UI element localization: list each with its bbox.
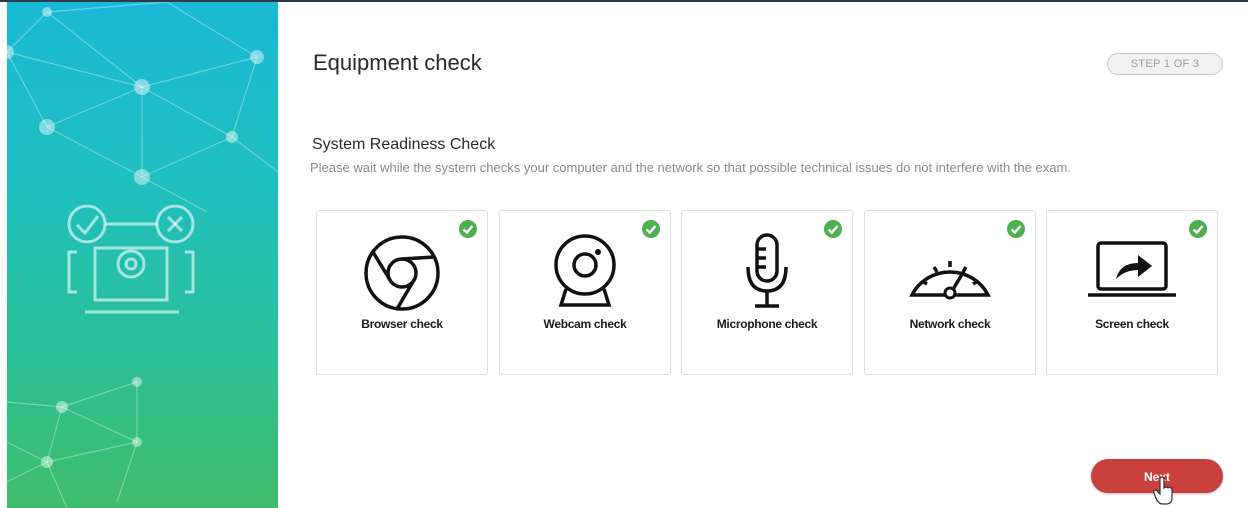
card-label: Microphone check [716, 317, 818, 331]
check-passed-icon [642, 220, 660, 238]
check-passed-icon [1007, 220, 1025, 238]
section-title: System Readiness Check [312, 136, 496, 153]
microphone-icon [746, 233, 788, 308]
webcam-icon [554, 234, 616, 307]
microphone-check-card: Microphone check [681, 210, 853, 375]
card-label: Webcam check [543, 317, 627, 331]
check-passed-icon [1189, 220, 1207, 238]
webcam-check-card: Webcam check [499, 210, 671, 375]
hand-cursor-icon [1153, 476, 1173, 505]
step-indicator-badge: STEP 1 OF 3 [1107, 53, 1223, 75]
network-check-card: Network check [864, 210, 1036, 375]
network-graphic [7, 2, 278, 508]
section-description: Please wait while the system checks your… [310, 160, 1071, 175]
card-label: Screen check [1095, 317, 1169, 331]
page-title: Equipment check [313, 50, 482, 75]
card-label: Network check [909, 317, 991, 331]
card-label: Browser check [361, 317, 443, 331]
check-passed-icon [824, 220, 842, 238]
chrome-icon [364, 235, 440, 311]
browser-check-card: Browser check [316, 210, 488, 375]
screen-share-icon [1088, 241, 1176, 297]
sidebar-illustration [7, 2, 278, 508]
check-passed-icon [459, 220, 477, 238]
speedometer-icon [909, 261, 991, 300]
screen-check-card: Screen check [1046, 210, 1218, 375]
